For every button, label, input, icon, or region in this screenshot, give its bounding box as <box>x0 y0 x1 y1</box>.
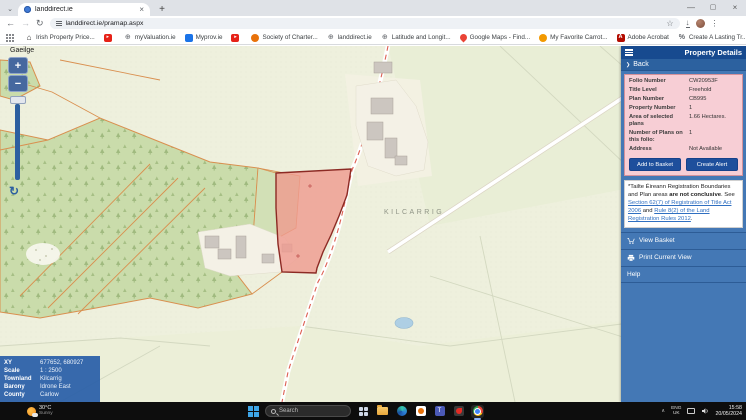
address-bar[interactable]: landdirect.ie/pramap.aspx ☆ <box>50 18 680 29</box>
youtube-icon: ▸ <box>231 34 239 42</box>
bookmark-item[interactable]: My Favorite Carrot... <box>539 34 607 42</box>
edge-button[interactable] <box>395 405 408 418</box>
tab-title: landdirect.ie <box>35 6 135 13</box>
url-text[interactable]: landdirect.ie/pramap.aspx <box>66 20 663 27</box>
weather-condition: Sunny <box>39 411 53 417</box>
globe-icon: ⊕ <box>327 34 335 42</box>
bookmark-item[interactable]: ⊕landdirect.ie <box>327 34 372 42</box>
bookmark-item[interactable]: Society of Charter... <box>251 34 317 42</box>
tab-search-icon[interactable]: ⌄ <box>4 3 16 14</box>
townland-label: KILCARRIG <box>384 209 444 216</box>
panel-menu-icon[interactable] <box>625 49 633 55</box>
taskbar-search[interactable]: Search <box>265 405 351 417</box>
scrub-patch <box>26 243 60 265</box>
bookmark-item[interactable]: Myprov.ie <box>185 34 223 42</box>
pond <box>395 318 413 329</box>
youtube-icon: ▸ <box>104 34 112 42</box>
zoom-slider-track[interactable] <box>15 104 20 180</box>
bookmark-item[interactable]: ⊕myValuation.ie <box>124 34 176 42</box>
close-icon[interactable]: × <box>724 0 746 16</box>
refresh-icon[interactable]: ↻ <box>9 184 19 198</box>
site-settings-icon[interactable] <box>56 21 62 26</box>
folio-number-value: CW20953F <box>689 78 738 85</box>
zoom-slider-handle[interactable] <box>10 96 26 104</box>
task-view-button[interactable] <box>357 405 370 418</box>
sun-icon <box>27 407 36 416</box>
weather-widget[interactable]: 30°C Sunny <box>27 406 53 417</box>
folio-details-box: Folio NumberCW20953F Title LevelFreehold… <box>624 74 743 176</box>
language-indicator[interactable]: ENGUK <box>671 406 681 416</box>
chrome-button[interactable] <box>471 405 484 418</box>
location-info-box: XY677652, 680927 Scale1 : 2500 TownlandK… <box>0 356 100 402</box>
downloads-icon[interactable]: ↓ <box>686 19 690 28</box>
window-controls: — ▢ × <box>680 0 746 16</box>
speaker-icon[interactable] <box>701 402 709 420</box>
panel-title: Property Details <box>684 48 742 57</box>
blue-app-icon <box>185 34 193 42</box>
property-details-panel: Property Details ❯ Back Folio NumberCW20… <box>621 46 746 402</box>
search-icon <box>271 409 276 414</box>
zoom-out-button[interactable]: − <box>8 75 28 92</box>
tab-close-icon[interactable]: × <box>139 5 144 14</box>
profile-avatar[interactable] <box>696 19 705 28</box>
start-button[interactable] <box>248 406 259 417</box>
acrobat-icon: A <box>617 34 625 42</box>
touch-keyboard-icon[interactable] <box>687 408 695 414</box>
bookmark-item[interactable]: AAdobe Acrobat <box>617 34 669 42</box>
teams-button[interactable]: T <box>433 405 446 418</box>
create-alert-button[interactable]: Create Alert <box>686 158 738 171</box>
system-tray: ∧ ENGUK 15:5820/05/2024 <box>661 402 742 420</box>
language-link[interactable]: Gaeilge <box>10 47 34 54</box>
orange-badge-icon <box>251 34 259 42</box>
reload-icon[interactable]: ↻ <box>36 19 44 28</box>
zoom-in-button[interactable]: + <box>8 57 28 74</box>
printer-icon <box>627 254 635 262</box>
help-item[interactable]: Help <box>621 266 746 283</box>
bookmark-item[interactable]: ⌂Irish Property Price... <box>25 34 95 42</box>
percent-icon: % <box>678 34 686 42</box>
globe-icon: ⊕ <box>124 34 132 42</box>
map-area: KILCARRIG Gaeilge + − ↻ XY677652, 680927… <box>0 46 746 402</box>
bookmark-item[interactable]: Google Maps - Find... <box>460 34 531 41</box>
taskbar: 30°C Sunny Search T ∧ ENGUK <box>0 402 746 420</box>
maps-pin-icon <box>458 33 468 43</box>
tab-favicon <box>24 6 31 13</box>
chevron-right-icon: ❯ <box>626 62 630 68</box>
browser-menu-icon[interactable]: ⋮ <box>711 19 719 28</box>
acrobat-button[interactable] <box>452 405 465 418</box>
globe-icon: ⊕ <box>381 34 389 42</box>
maximize-icon[interactable]: ▢ <box>702 0 724 16</box>
new-tab-button[interactable]: + <box>156 3 168 15</box>
bookmark-item[interactable]: ⊕Latitude and Longit... <box>381 34 451 42</box>
minimize-icon[interactable]: — <box>680 0 702 16</box>
bookmark-item[interactable]: ▸ <box>104 34 115 42</box>
print-current-view-item[interactable]: Print Current View <box>621 249 746 266</box>
desktop: ⌄ landdirect.ie × + — ▢ × ← → ↻ landdire… <box>0 0 746 420</box>
back-icon[interactable]: ← <box>6 19 15 28</box>
disclaimer-text: *Tailte Éireann Registration Boundaries … <box>624 180 743 228</box>
orange-badge-icon <box>539 34 547 42</box>
office-app-button[interactable] <box>414 405 427 418</box>
bookmarks-bar: ⌂Irish Property Price... ▸ ⊕myValuation.… <box>0 31 746 45</box>
hidden-icons-chevron[interactable]: ∧ <box>661 408 665 414</box>
basket-icon <box>627 237 635 245</box>
file-explorer-button[interactable] <box>376 405 389 418</box>
browser-toolbar: ← → ↻ landdirect.ie/pramap.aspx ☆ ↓ ⋮ <box>0 16 746 31</box>
bookmark-star-icon[interactable]: ☆ <box>666 19 673 28</box>
browser-tab[interactable]: landdirect.ie × <box>18 3 150 16</box>
bookmark-item[interactable]: %Create A Lasting Tr... <box>678 34 746 42</box>
add-to-basket-button[interactable]: Add to Basket <box>629 158 681 171</box>
house-icon: ⌂ <box>25 34 33 42</box>
view-basket-item[interactable]: View Basket <box>621 232 746 249</box>
apps-grid-icon[interactable] <box>6 34 14 42</box>
browser-tabstrip: ⌄ landdirect.ie × + — ▢ × <box>0 0 746 16</box>
bookmark-item[interactable]: ▸ <box>231 34 242 42</box>
forward-icon[interactable]: → <box>21 19 30 28</box>
taskbar-clock[interactable]: 15:5820/05/2024 <box>715 405 742 417</box>
back-button[interactable]: ❯ Back <box>621 59 746 71</box>
